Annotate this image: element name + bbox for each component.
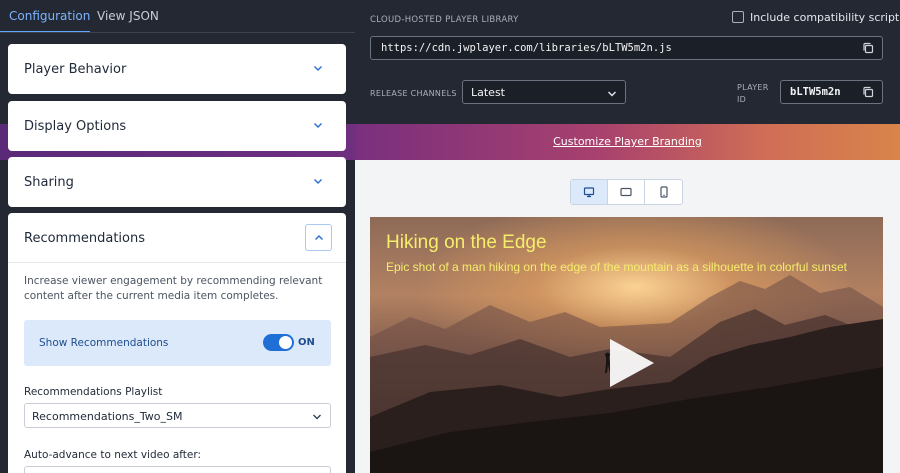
device-desktop-button[interactable]	[571, 180, 608, 204]
device-tablet-button[interactable]	[608, 180, 645, 204]
video-description: Epic shot of a man hiking on the edge of…	[386, 260, 847, 274]
video-player[interactable]: Hiking on the Edge Epic shot of a man hi…	[370, 217, 883, 473]
copy-icon[interactable]	[862, 86, 874, 98]
release-channels-label: RELEASE CHANNELS	[370, 89, 457, 98]
section-title: Player Behavior	[24, 62, 127, 77]
toggle-knob	[279, 336, 292, 349]
compatibility-checkbox[interactable]	[732, 11, 744, 23]
tab-configuration[interactable]: Configuration	[9, 9, 90, 23]
playlist-select[interactable]: Recommendations_Two_SM	[24, 403, 331, 428]
compatibility-label[interactable]: Include compatibility script	[750, 11, 899, 24]
tablet-icon	[620, 187, 632, 197]
library-url-field[interactable]: https://cdn.jwplayer.com/libraries/bLTW5…	[370, 36, 883, 60]
section-display-options[interactable]: Display Options	[8, 101, 346, 151]
tab-bar: Configuration View JSON	[0, 0, 355, 33]
library-url: https://cdn.jwplayer.com/libraries/bLTW5…	[381, 42, 672, 54]
chevron-up-icon	[314, 234, 324, 241]
library-heading: CLOUD-HOSTED PLAYER LIBRARY	[370, 15, 519, 25]
section-title: Sharing	[24, 175, 74, 190]
desktop-icon	[583, 187, 595, 198]
auto-advance-field[interactable]	[24, 466, 331, 473]
chevron-down-icon	[313, 414, 321, 420]
chevron-down-icon	[313, 122, 323, 129]
copy-icon[interactable]	[862, 42, 874, 54]
playlist-label: Recommendations Playlist	[24, 386, 163, 398]
video-title: Hiking on the Edge	[386, 232, 547, 253]
recommendations-header[interactable]: Recommendations	[8, 213, 346, 263]
branding-banner: Customize Player Branding	[355, 124, 900, 160]
customize-branding-link[interactable]: Customize Player Branding	[355, 135, 900, 148]
player-preview-area: Hiking on the Edge Epic shot of a man hi…	[355, 160, 900, 473]
play-icon[interactable]	[607, 337, 657, 389]
player-id-label: PLAYER ID	[737, 83, 769, 104]
chevron-down-icon	[313, 65, 323, 72]
show-recommendations-toggle[interactable]	[263, 334, 294, 351]
release-channel-value: Latest	[471, 86, 505, 99]
recommendations-description: Increase viewer engagement by recommendi…	[24, 275, 323, 302]
section-sharing[interactable]: Sharing	[8, 157, 346, 207]
player-id-field[interactable]: bLTW5m2n	[780, 80, 883, 104]
tab-view-json[interactable]: View JSON	[97, 9, 159, 23]
toggle-state-label: ON	[298, 337, 315, 348]
section-title: Display Options	[24, 119, 127, 134]
device-switcher	[570, 179, 683, 205]
auto-advance-label: Auto-advance to next video after:	[24, 449, 202, 461]
chevron-down-icon	[313, 178, 323, 185]
section-recommendations: Recommendations Increase viewer engageme…	[8, 213, 346, 473]
show-recommendations-label: Show Recommendations	[39, 337, 169, 349]
show-recommendations-row: Show Recommendations ON	[24, 320, 331, 366]
section-title: Recommendations	[24, 231, 146, 246]
player-id-value: bLTW5m2n	[790, 86, 841, 98]
phone-icon	[660, 186, 668, 198]
chevron-down-icon	[608, 91, 616, 97]
section-player-behavior[interactable]: Player Behavior	[8, 44, 346, 94]
tab-divider	[0, 32, 355, 33]
playlist-value: Recommendations_Two_SM	[32, 410, 183, 423]
release-channel-select[interactable]: Latest	[462, 80, 626, 104]
device-phone-button[interactable]	[646, 180, 683, 204]
collapse-button[interactable]	[305, 224, 332, 251]
